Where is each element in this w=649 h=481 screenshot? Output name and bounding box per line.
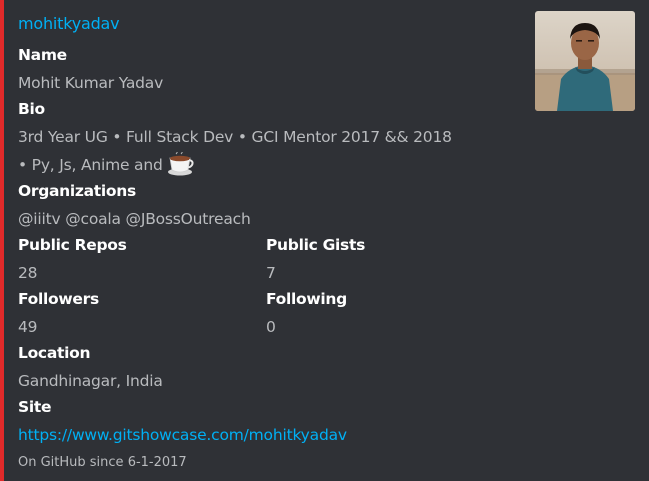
field-following-value: 0 xyxy=(266,318,276,336)
field-organizations-label: Organizations xyxy=(18,182,136,200)
field-bio-line1: 3rd Year UG • Full Stack Dev • GCI Mento… xyxy=(18,128,452,146)
field-public-gists-value: 7 xyxy=(266,264,276,282)
field-site-label: Site xyxy=(18,398,52,416)
field-name-label: Name xyxy=(18,46,67,64)
coffee-cup-icon xyxy=(167,149,195,180)
github-profile-embed: mohitkyadav Name Mohit Kumar Yadav Bio 3… xyxy=(0,0,649,481)
field-public-repos-label: Public Repos xyxy=(18,236,127,254)
field-followers-label: Followers xyxy=(18,290,99,308)
field-following-label: Following xyxy=(266,290,347,308)
field-public-repos-value: 28 xyxy=(18,264,38,282)
field-name-value: Mohit Kumar Yadav xyxy=(18,74,164,92)
field-bio-line2-text: • Py, Js, Anime and xyxy=(18,156,163,174)
avatar[interactable] xyxy=(535,11,635,111)
field-location-value: Gandhinagar, India xyxy=(18,372,163,390)
field-bio-line2: • Py, Js, Anime and xyxy=(18,149,195,180)
field-location-label: Location xyxy=(18,344,91,362)
field-bio-label: Bio xyxy=(18,100,45,118)
embed-footer: On GitHub since 6-1-2017 xyxy=(18,455,187,470)
field-public-gists-label: Public Gists xyxy=(266,236,365,254)
author-name[interactable]: mohitkyadav xyxy=(18,14,120,33)
site-link[interactable]: https://www.gitshowcase.com/mohitkyadav xyxy=(18,426,347,444)
field-organizations-value: @iiitv @coala @JBossOutreach xyxy=(18,210,251,228)
field-followers-value: 49 xyxy=(18,318,38,336)
